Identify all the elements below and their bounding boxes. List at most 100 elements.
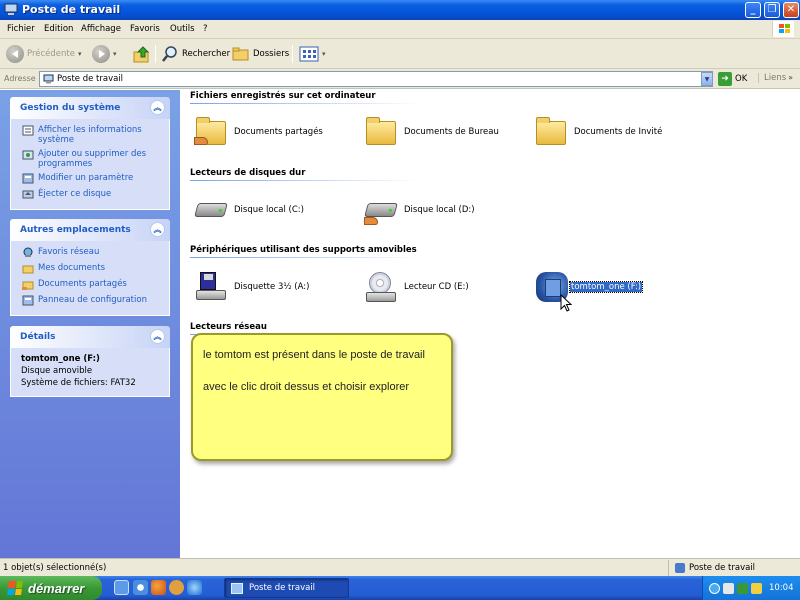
quicklaunch-app-icon[interactable] — [169, 580, 184, 595]
close-button[interactable]: ✕ — [783, 2, 799, 18]
drive-item-d[interactable]: Disque local (D:) — [364, 190, 475, 230]
menu-help[interactable]: ? — [203, 24, 208, 34]
collapse-chevron-icon[interactable]: ︽ — [150, 329, 165, 344]
floppy-disk-icon — [194, 270, 228, 304]
panel-header[interactable]: Gestion du système ︽ — [10, 97, 170, 119]
folder-item-guest-docs[interactable]: Documents de Invité — [534, 112, 662, 152]
taskbar-window-button[interactable]: Poste de travail — [224, 578, 349, 598]
minimize-button[interactable]: _ — [745, 2, 761, 18]
toolbar-separator — [155, 45, 156, 63]
go-arrow-icon: ➜ — [718, 72, 732, 86]
details-item-type: Disque amovible — [21, 366, 93, 376]
back-button[interactable]: Précédente ▾ — [6, 43, 82, 65]
details-file-system: Système de fichiers: FAT32 — [21, 378, 136, 388]
control-panel-icon — [22, 295, 34, 306]
hard-disk-icon — [364, 193, 398, 227]
panel-header[interactable]: Détails ︽ — [10, 326, 170, 348]
up-arrow-icon — [133, 46, 150, 63]
folder-item-shared-docs[interactable]: Documents partagés — [194, 112, 323, 152]
drive-item-floppy-a[interactable]: Disquette 3½ (A:) — [194, 267, 309, 307]
toolbar-separator — [292, 45, 293, 63]
note-line-2: avec le clic droit dessus et choisir exp… — [203, 381, 410, 393]
folder-icon — [534, 115, 568, 149]
tray-antivirus-icon[interactable] — [737, 582, 748, 594]
panel-header[interactable]: Autres emplacements ︽ — [10, 219, 170, 241]
place-control-panel[interactable]: Panneau de configuration — [11, 295, 163, 307]
chevron-right-icon: » — [788, 73, 794, 82]
details-item-name: tomtom_one (F:) — [21, 354, 100, 364]
tray-help-icon[interactable] — [709, 582, 720, 594]
status-selection-count: 1 objet(s) sélectionné(s) — [3, 563, 107, 573]
address-value: Poste de travail — [57, 74, 124, 84]
chevron-down-icon: ▾ — [78, 50, 82, 58]
computer-icon — [4, 3, 18, 15]
collapse-chevron-icon[interactable]: ︽ — [150, 222, 165, 237]
quicklaunch-firefox-icon[interactable] — [151, 580, 166, 595]
place-my-documents[interactable]: Mes documents — [11, 263, 163, 275]
shared-folder-icon — [194, 115, 228, 149]
mouse-cursor-icon — [560, 294, 572, 312]
chevron-down-icon: ▾ — [322, 50, 326, 58]
section-header-network: Lecteurs réseau — [190, 322, 420, 335]
tray-network-icon[interactable] — [751, 582, 762, 594]
up-folder-button[interactable] — [133, 43, 151, 65]
task-show-system-info[interactable]: Afficher les informations système — [11, 125, 163, 145]
toolbar: Précédente ▾ ▾ Rechercher Dossiers ▾ — [0, 39, 800, 69]
task-pane: Gestion du système ︽ Afficher les inform… — [0, 90, 180, 558]
windows-logo-icon — [772, 21, 794, 37]
drive-item-cd-e[interactable]: Lecteur CD (E:) — [364, 267, 469, 307]
hard-disk-icon — [194, 193, 228, 227]
go-button[interactable]: ➜ OK — [718, 71, 747, 87]
search-icon — [162, 46, 177, 62]
quicklaunch-media-player-icon[interactable] — [133, 580, 148, 595]
computer-icon — [231, 582, 243, 594]
section-header-removable: Périphériques utilisant des supports amo… — [190, 245, 420, 258]
cd-drive-icon — [364, 270, 398, 304]
forward-button[interactable]: ▾ — [92, 43, 117, 65]
folder-item-desktop-docs[interactable]: Documents de Bureau — [364, 112, 499, 152]
drive-item-c[interactable]: Disque local (C:) — [194, 190, 304, 230]
task-eject-disk[interactable]: Éjecter ce disque — [11, 189, 163, 201]
clock: 10:04 — [769, 583, 794, 593]
links-button[interactable]: Liens» — [758, 73, 793, 83]
note-line-1: le tomtom est présent dans le poste de t… — [203, 349, 425, 361]
shared-folder-icon — [22, 281, 34, 290]
address-label: Adresse — [4, 74, 36, 83]
address-dropdown-button[interactable]: ▼ — [701, 72, 713, 86]
status-bar: 1 objet(s) sélectionné(s) Poste de trava… — [0, 558, 800, 576]
place-shared-documents[interactable]: Documents partagés — [11, 279, 163, 291]
tray-usb-icon[interactable] — [723, 582, 734, 594]
search-button[interactable]: Rechercher — [161, 43, 230, 65]
network-icon — [23, 247, 33, 257]
start-button[interactable]: démarrer — [0, 576, 102, 600]
menu-favoris[interactable]: Favoris — [130, 24, 160, 34]
views-button[interactable]: ▾ — [299, 43, 326, 65]
quicklaunch-show-desktop-icon[interactable] — [114, 580, 129, 595]
system-tasks-panel: Gestion du système ︽ Afficher les inform… — [10, 97, 170, 210]
control-panel-icon — [22, 173, 34, 184]
forward-arrow-icon — [92, 45, 110, 63]
info-icon — [22, 125, 34, 136]
task-change-setting[interactable]: Modifier un paramètre — [11, 173, 163, 185]
collapse-chevron-icon[interactable]: ︽ — [150, 100, 165, 115]
chevron-down-icon: ▾ — [113, 50, 117, 58]
task-add-remove-programs[interactable]: Ajouter ou supprimer des programmes — [11, 149, 163, 169]
windows-flag-icon — [7, 581, 23, 595]
place-network-places[interactable]: Favoris réseau — [11, 247, 163, 259]
details-panel: Détails ︽ tomtom_one (F:) Disque amovibl… — [10, 326, 170, 397]
folders-button[interactable]: Dossiers — [232, 43, 289, 65]
drive-item-tomtom-f[interactable]: tomtom_one (F:) — [534, 267, 644, 307]
menu-outils[interactable]: Outils — [170, 24, 195, 34]
views-icon — [299, 46, 319, 62]
menu-affichage[interactable]: Affichage — [81, 24, 121, 34]
maximize-button[interactable]: ❐ — [764, 2, 780, 18]
quicklaunch-internet-explorer-icon[interactable] — [187, 580, 202, 595]
address-input[interactable]: Poste de travail — [39, 71, 713, 87]
menu-edition[interactable]: Edition — [44, 24, 73, 34]
other-places-panel: Autres emplacements ︽ Favoris réseau Mes… — [10, 219, 170, 316]
menu-fichier[interactable]: Fichier — [7, 24, 35, 34]
back-arrow-icon — [6, 45, 24, 63]
folder-icon — [364, 115, 398, 149]
folder-icon — [22, 265, 34, 274]
computer-icon — [675, 563, 685, 573]
